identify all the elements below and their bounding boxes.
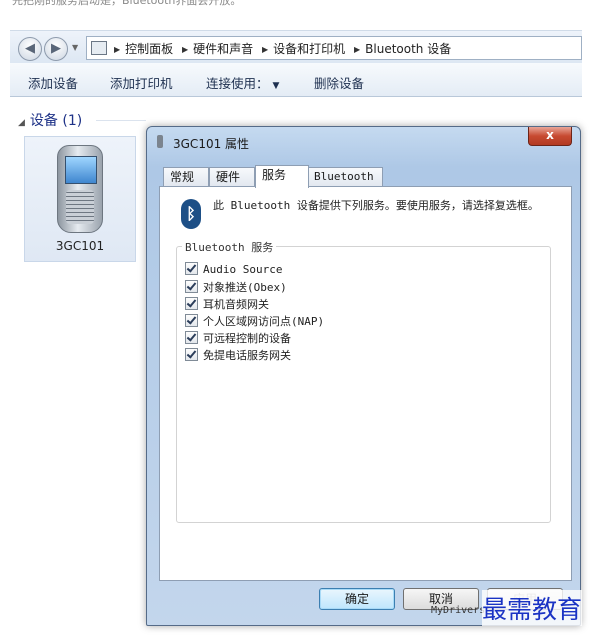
services-group-label: Bluetooth 服务 xyxy=(182,239,277,255)
page-intro-text: 先把刚的服务启动是，Bluetooth界面会开放。 xyxy=(12,0,242,7)
service-label: Audio Source xyxy=(203,263,283,276)
connect-using-label: 连接使用： xyxy=(206,76,269,91)
breadcrumb-devices-printers[interactable]: 设备和打印机 xyxy=(273,42,345,56)
chevron-down-icon: ▼ xyxy=(272,81,280,91)
service-label: 对象推送(Obex) xyxy=(203,281,287,294)
add-device-button[interactable]: 添加设备 xyxy=(28,73,78,92)
connect-using-button[interactable]: 连接使用： ▼ xyxy=(206,73,279,92)
bluetooth-icon: ᛒ xyxy=(181,199,201,229)
breadcrumb-bluetooth-devices[interactable]: Bluetooth 设备 xyxy=(365,42,451,56)
forward-button[interactable]: ▶ xyxy=(44,37,68,61)
device-group-label: 设备 (1) xyxy=(29,113,83,129)
breadcrumb-control-panel[interactable]: 控制面板 xyxy=(125,42,173,56)
tab-hardware[interactable]: 硬件 xyxy=(209,167,255,187)
checkbox-checked-icon[interactable] xyxy=(185,262,198,275)
tab-general[interactable]: 常规 xyxy=(163,167,209,187)
service-label: 免提电话服务网关 xyxy=(203,349,291,362)
service-checkbox-handsfree-gateway[interactable]: 免提电话服务网关 xyxy=(185,347,291,363)
site-watermark: 最需教育 xyxy=(482,590,583,626)
command-bar: 添加设备 添加打印机 连接使用： ▼ 删除设备 xyxy=(10,63,582,97)
service-label: 耳机音频网关 xyxy=(203,298,269,311)
checkbox-checked-icon[interactable] xyxy=(185,314,198,327)
services-panel: ᛒ 此 Bluetooth 设备提供下列服务。要使用服务，请选择复选框。 Blu… xyxy=(159,186,572,581)
checkbox-checked-icon[interactable] xyxy=(185,348,198,361)
remove-device-button[interactable]: 删除设备 xyxy=(314,73,364,92)
service-checkbox-headset-gateway[interactable]: 耳机音频网关 xyxy=(185,296,269,312)
chevron-right-icon[interactable]: ▶ xyxy=(182,45,188,54)
device-icon xyxy=(157,135,163,148)
services-description: 此 Bluetooth 设备提供下列服务。要使用服务，请选择复选框。 xyxy=(213,199,539,212)
tab-bluetooth[interactable]: Bluetooth xyxy=(307,167,383,187)
properties-dialog: 3GC101 属性 x 常规 硬件 服务 Bluetooth ᛒ 此 Bluet… xyxy=(146,126,581,626)
device-name: 3GC101 xyxy=(55,239,105,253)
ok-button[interactable]: 确定 xyxy=(319,588,395,610)
collapse-triangle-icon[interactable]: ◢ xyxy=(18,118,25,128)
checkbox-checked-icon[interactable] xyxy=(185,280,198,293)
chevron-right-icon[interactable]: ▶ xyxy=(114,45,120,54)
service-checkbox-audio-source[interactable]: Audio Source xyxy=(185,262,282,278)
breadcrumb-hardware-sound[interactable]: 硬件和声音 xyxy=(193,42,253,56)
service-checkbox-remote-control[interactable]: 可远程控制的设备 xyxy=(185,330,291,346)
address-bar: ◀ ▶ ▼ ▶ 控制面板 ▶ 硬件和声音 ▶ 设备和打印机 ▶ Bluetooth 设备 xyxy=(10,30,582,63)
close-button[interactable]: x xyxy=(528,127,572,146)
back-button[interactable]: ◀ xyxy=(18,37,42,61)
close-icon: x xyxy=(546,128,554,142)
dialog-title: 3GC101 属性 xyxy=(173,137,250,151)
chevron-right-icon[interactable]: ▶ xyxy=(354,45,360,54)
checkbox-checked-icon[interactable] xyxy=(185,297,198,310)
service-checkbox-object-push[interactable]: 对象推送(Obex) xyxy=(185,279,287,295)
checkbox-checked-icon[interactable] xyxy=(185,331,198,344)
add-printer-button[interactable]: 添加打印机 xyxy=(110,73,173,92)
device-group-header[interactable]: ◢ 设备 (1) xyxy=(18,110,82,130)
tab-services[interactable]: 服务 xyxy=(255,165,309,188)
mobile-phone-icon xyxy=(57,145,103,233)
mydrivers-watermark: MyDrivers xyxy=(431,605,486,616)
service-checkbox-nap[interactable]: 个人区域网访问点(NAP) xyxy=(185,313,324,329)
breadcrumb[interactable]: ▶ 控制面板 ▶ 硬件和声音 ▶ 设备和打印机 ▶ Bluetooth 设备 xyxy=(86,36,582,60)
service-label: 可远程控制的设备 xyxy=(203,332,291,345)
chevron-right-icon[interactable]: ▶ xyxy=(262,45,268,54)
control-panel-icon xyxy=(91,41,107,55)
bluetooth-services-group: Bluetooth 服务 Audio Source 对象推送(Obex) 耳机音… xyxy=(176,239,551,523)
device-tile[interactable]: 3GC101 xyxy=(24,136,136,262)
service-label: 个人区域网访问点(NAP) xyxy=(203,315,325,328)
history-dropdown-icon[interactable]: ▼ xyxy=(72,43,78,52)
group-divider xyxy=(96,120,146,121)
